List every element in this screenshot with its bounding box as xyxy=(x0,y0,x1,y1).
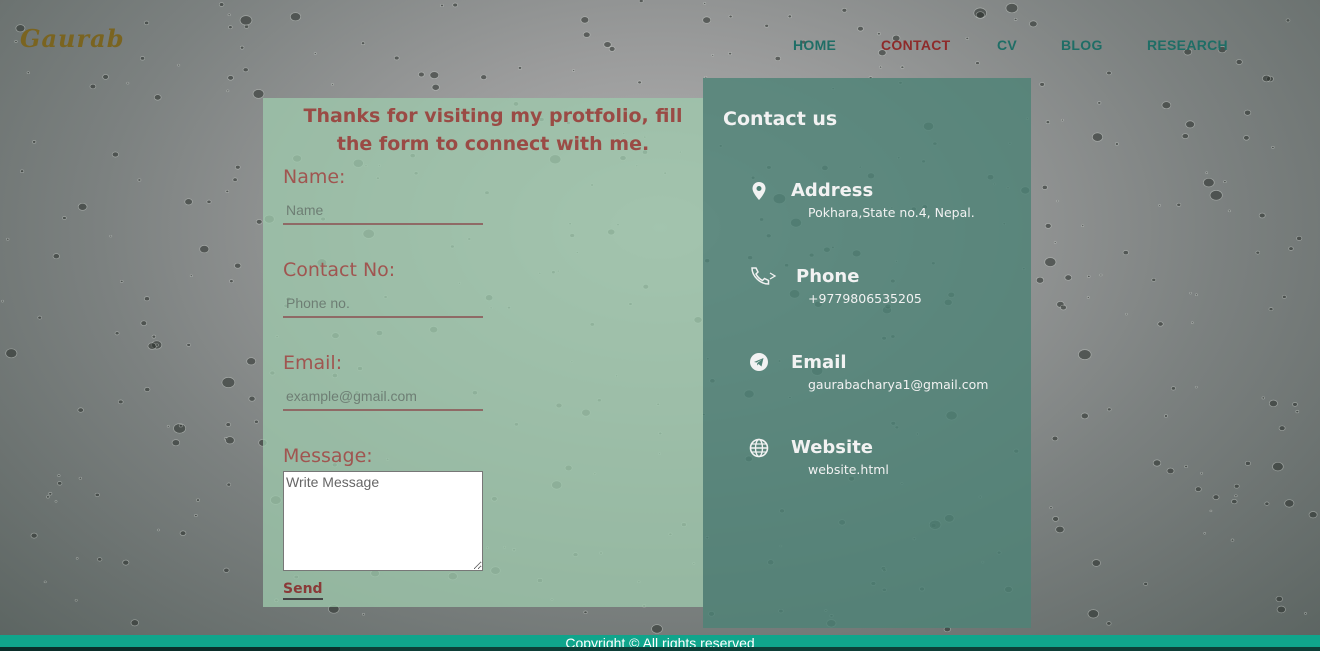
copyright-text: Copyright © All rights reserved xyxy=(565,635,755,651)
message-label: Message: xyxy=(283,445,373,467)
email-label: Email: xyxy=(283,352,343,374)
nav-research[interactable]: RESEARCH xyxy=(1147,37,1228,53)
email-input[interactable] xyxy=(283,383,483,411)
contact-no-label: Contact No: xyxy=(283,259,396,281)
phone-heading: Phone xyxy=(796,266,860,287)
name-input[interactable] xyxy=(283,197,483,225)
contact-info-panel: Contact us Address Pokhara,State no.4, N… xyxy=(703,78,1031,628)
footer-accent-bar xyxy=(0,647,340,651)
message-textarea[interactable] xyxy=(283,471,483,571)
send-button[interactable]: Send xyxy=(283,581,323,600)
address-value: Pokhara,State no.4, Nepal. xyxy=(808,205,975,220)
telegram-icon xyxy=(750,353,768,371)
nav-contact[interactable]: CONTACT xyxy=(881,37,951,53)
nav-blog[interactable]: BLOG xyxy=(1061,37,1103,53)
email-heading: Email xyxy=(791,352,847,373)
website-link[interactable]: website.html xyxy=(808,462,889,477)
phone-input[interactable] xyxy=(283,290,483,318)
address-heading: Address xyxy=(791,180,874,201)
phone-icon xyxy=(751,267,777,285)
email-value: gaurabacharya1@gmail.com xyxy=(808,377,989,392)
contact-form-panel: Thanks for visiting my protfolio, fill t… xyxy=(263,98,703,607)
form-title: Thanks for visiting my protfolio, fill t… xyxy=(303,105,683,155)
nav-cv[interactable]: CV xyxy=(997,37,1017,53)
globe-icon xyxy=(749,438,769,458)
nav-home[interactable]: HOME xyxy=(793,37,836,53)
location-pin-icon xyxy=(752,182,766,200)
contact-title: Contact us xyxy=(723,108,838,130)
name-label: Name: xyxy=(283,166,346,188)
website-heading: Website xyxy=(791,437,874,458)
main-nav: HOME CONTACT CV BLOG RESEARCH xyxy=(0,37,1320,57)
phone-value: +9779806535205 xyxy=(808,291,922,306)
